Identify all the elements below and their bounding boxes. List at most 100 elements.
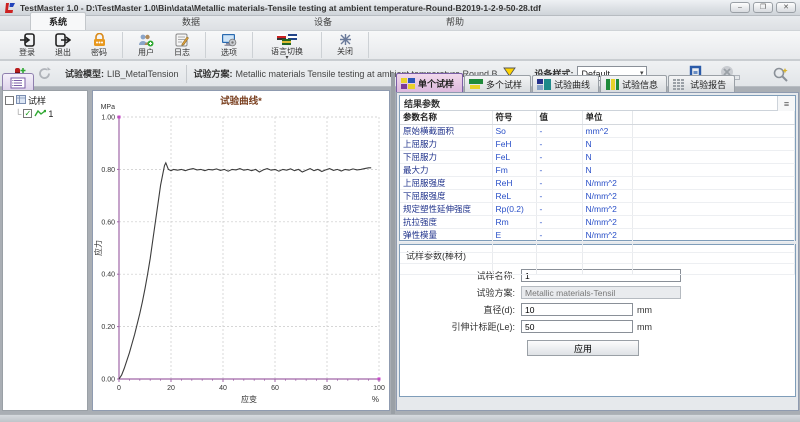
menu-tab-device[interactable]: 设备 — [296, 13, 350, 30]
diameter-row: 直径(d): mm — [406, 302, 789, 317]
main-area: 试样 └ ✓ 1 0.000.200.400.600.801.000204060… — [0, 73, 800, 414]
minimize-button[interactable]: – — [730, 2, 750, 13]
table-row-empty[interactable] — [400, 252, 795, 263]
cell-name: 抗拉强度 — [400, 215, 492, 228]
results-menu-button[interactable]: ≡ — [777, 96, 795, 111]
close-app-button[interactable]: 关闭 — [327, 32, 363, 58]
table-row[interactable]: 规定塑性延伸强度Rp(0.2)-N/mm^2 — [400, 202, 795, 215]
ribbon-group-language: 语言切换 ▾ — [253, 32, 322, 58]
tab-multi-specimen-label: 多个试样 — [486, 78, 522, 91]
table-row[interactable]: 抗拉强度Rm-N/mm^2 — [400, 215, 795, 228]
language-switch-button[interactable]: 语言切换 ▾ — [258, 32, 316, 58]
svg-text:60: 60 — [271, 385, 279, 392]
table-row[interactable]: 上屈服强度ReH-N/mm^2 — [400, 176, 795, 189]
gauge-length-input[interactable] — [521, 320, 633, 333]
stress-strain-chart: 0.000.200.400.600.801.00020406080100试验曲线… — [93, 91, 389, 415]
specimen-1-checkbox[interactable]: ✓ — [23, 109, 32, 118]
table-row[interactable]: 下屈服力FeL-N — [400, 150, 795, 163]
cell-value: - — [536, 163, 582, 176]
svg-text:80: 80 — [323, 385, 331, 392]
table-row[interactable]: 弹性模量E-N/mm^2 — [400, 228, 795, 241]
cell-filler — [632, 150, 795, 163]
cell-unit: N — [582, 150, 632, 163]
cell-name: 上屈服强度 — [400, 176, 492, 189]
cell-name: 下屈服力 — [400, 150, 492, 163]
tree-root-label: 试样 — [28, 94, 46, 107]
ribbon-group-close: 关闭 — [322, 32, 369, 58]
list-icon — [10, 77, 26, 89]
root-checkbox[interactable] — [5, 96, 14, 105]
app-window: TestMaster 1.0 - D:\TestMaster 1.0\Bin\d… — [0, 0, 800, 422]
results-table: 参数名称 符号 值 单位 原始横截面积So-mm^2上屈服力FeH-N下屈服力F… — [400, 111, 795, 275]
table-row[interactable]: 上屈服力FeH-N — [400, 137, 795, 150]
cell-unit: N/mm^2 — [582, 228, 632, 241]
results-header-row: 参数名称 符号 值 单位 — [400, 111, 795, 124]
password-icon — [92, 33, 107, 47]
ribbon-group-session: 登录 退出 密码 — [4, 32, 123, 58]
log-label: 日志 — [174, 47, 190, 58]
cell-filler — [632, 137, 795, 150]
tab-test-curve[interactable]: 试验曲线 — [532, 75, 599, 92]
menu-tab-help[interactable]: 帮助 — [428, 13, 482, 30]
log-button[interactable]: 日志 — [164, 32, 200, 58]
test-curve-chart-panel: 0.000.200.400.600.801.00020406080100试验曲线… — [92, 90, 390, 411]
log-icon — [175, 33, 189, 47]
table-row[interactable]: 原始横截面积So-mm^2 — [400, 124, 795, 137]
menu-tab-data[interactable]: 数据 — [164, 13, 218, 30]
diameter-input[interactable] — [521, 303, 633, 316]
col-filler — [632, 111, 795, 124]
svg-text:MPa: MPa — [101, 104, 116, 111]
tab-multi-specimen[interactable]: 多个试样 — [464, 75, 531, 92]
svg-text:应变: 应变 — [241, 394, 257, 404]
cell-unit: N — [582, 163, 632, 176]
apply-button[interactable]: 应用 — [527, 340, 639, 356]
cell-value: - — [536, 189, 582, 202]
options-button[interactable]: 选项 — [211, 32, 247, 58]
table-row[interactable]: 下屈服强度ReL-N/mm^2 — [400, 189, 795, 202]
cell-symbol — [492, 252, 536, 263]
diameter-unit: mm — [637, 305, 652, 315]
login-button[interactable]: 登录 — [9, 32, 45, 58]
users-button[interactable]: 用户 — [128, 32, 164, 58]
cell-unit: N/mm^2 — [582, 215, 632, 228]
col-unit: 单位 — [582, 111, 632, 124]
cell-value — [536, 263, 582, 274]
cell-symbol: Rm — [492, 215, 536, 228]
login-icon — [19, 33, 35, 47]
specimen-tree-panel: 试样 └ ✓ 1 — [2, 90, 88, 411]
cell-filler — [632, 202, 795, 215]
cell-name: 弹性模量 — [400, 228, 492, 241]
specimen-list-tab[interactable] — [2, 73, 34, 91]
cell-filler — [632, 241, 795, 252]
cell-name — [400, 252, 492, 263]
panel-splitter[interactable] — [391, 73, 395, 414]
tab-single-specimen[interactable]: 单个试样 — [396, 73, 463, 92]
close-button[interactable]: ✕ — [776, 2, 796, 13]
test-scheme-form-label: 试验方案: — [406, 286, 521, 299]
menu-tab-system[interactable]: 系统 — [30, 12, 86, 30]
tab-test-report[interactable]: 试验报告 — [668, 75, 735, 92]
password-label: 密码 — [91, 47, 107, 58]
cell-symbol: So — [492, 124, 536, 137]
tree-root-specimen[interactable]: 试样 — [5, 94, 85, 107]
cell-name — [400, 241, 492, 252]
cell-symbol: ReL — [492, 189, 536, 202]
cell-value: - — [536, 137, 582, 150]
table-row[interactable]: 最大力Fm-N — [400, 163, 795, 176]
cell-filler — [632, 228, 795, 241]
cell-unit: N/mm^2 — [582, 202, 632, 215]
cell-value: - — [536, 202, 582, 215]
table-row-empty[interactable] — [400, 263, 795, 274]
close-app-label: 关闭 — [337, 46, 353, 57]
tab-test-info[interactable]: 试验信息 — [600, 75, 667, 92]
password-button[interactable]: 密码 — [81, 32, 117, 58]
maximize-button[interactable]: ❐ — [753, 2, 773, 13]
cell-filler — [632, 263, 795, 274]
tree-item-specimen-1[interactable]: └ ✓ 1 — [5, 107, 85, 120]
logout-button[interactable]: 退出 — [45, 32, 81, 58]
cell-unit: N — [582, 137, 632, 150]
cell-filler — [632, 124, 795, 137]
window-title: TestMaster 1.0 - D:\TestMaster 1.0\Bin\d… — [20, 3, 541, 13]
table-row-empty[interactable] — [400, 241, 795, 252]
result-parameters-section: 结果参数 ≡ 参数名称 符号 值 单位 — [399, 95, 796, 241]
